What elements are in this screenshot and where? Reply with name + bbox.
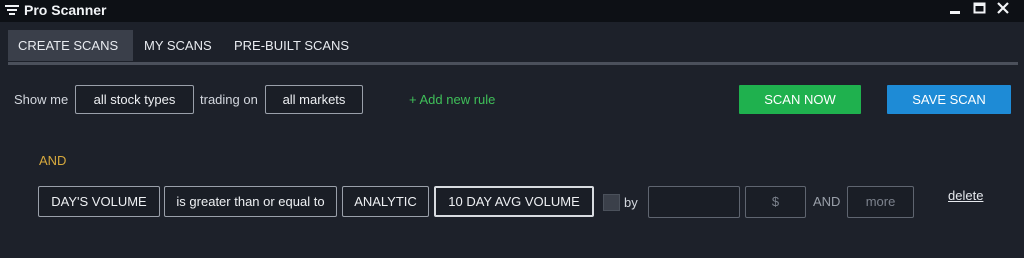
rule-operator-select[interactable]: is greater than or equal to: [164, 186, 337, 217]
rule-field-select[interactable]: DAY'S VOLUME: [38, 186, 160, 217]
filter-icon: [5, 5, 19, 15]
tab-pre-built-scans[interactable]: PRE-BUILT SCANS: [224, 30, 359, 61]
by-label: by: [624, 195, 638, 210]
markets-select[interactable]: all markets: [265, 85, 363, 114]
and-connector-label: AND: [813, 194, 841, 209]
rule-conjunction: AND: [39, 153, 67, 168]
rule-compare-value-select[interactable]: 10 DAY AVG VOLUME: [434, 186, 594, 217]
tab-divider: [8, 62, 1018, 65]
close-icon[interactable]: [994, 0, 1014, 20]
tab-my-scans[interactable]: MY SCANS: [134, 30, 222, 61]
show-me-label: Show me: [14, 92, 69, 107]
delete-rule-link[interactable]: delete: [948, 188, 983, 203]
save-scan-button[interactable]: SAVE SCAN: [887, 85, 1011, 114]
stock-types-select[interactable]: all stock types: [75, 85, 194, 114]
unit-select[interactable]: $: [745, 186, 806, 218]
window-title: Pro Scanner: [24, 2, 107, 18]
add-new-rule-link[interactable]: + Add new rule: [409, 92, 495, 107]
more-select[interactable]: more: [847, 186, 914, 218]
scanner-panel: CREATE SCANS MY SCANS PRE-BUILT SCANS Sh…: [0, 22, 1024, 258]
by-checkbox[interactable]: [603, 194, 620, 211]
scan-now-button[interactable]: SCAN NOW: [739, 85, 861, 114]
maximize-icon[interactable]: [970, 0, 990, 20]
title-bar: Pro Scanner: [0, 0, 1024, 22]
minimize-icon[interactable]: [946, 0, 966, 20]
tab-create-scans[interactable]: CREATE SCANS: [8, 30, 133, 61]
rule-compare-type-select[interactable]: ANALYTIC: [342, 186, 429, 217]
trading-on-label: trading on: [200, 92, 258, 107]
amount-input[interactable]: [648, 186, 740, 218]
